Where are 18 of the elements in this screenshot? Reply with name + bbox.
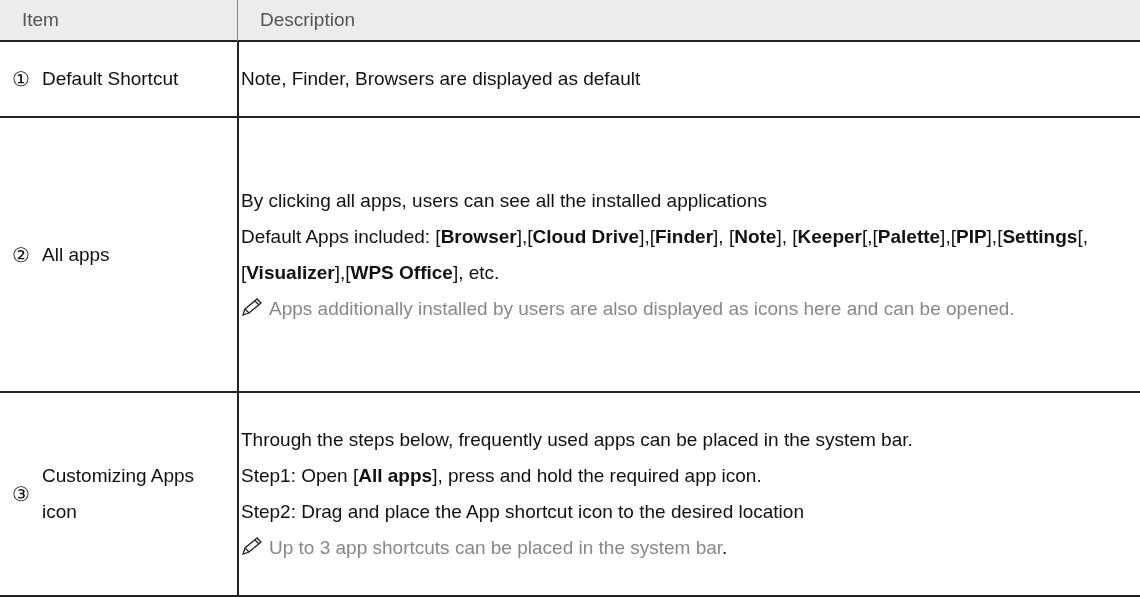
description-text: Step1: Open [All apps], press and hold the required app icon. <box>241 465 762 486</box>
item-label: Customizing Apps icon <box>42 464 196 524</box>
note-text: Up to 3 app shortcuts can be placed in the system bar. <box>269 537 728 558</box>
description-text: By clicking all apps, users can see all the installed applications <box>241 189 767 211</box>
pencil-icon <box>241 296 263 317</box>
description-text: Note, Finder, Browsers are displayed as default <box>241 68 641 89</box>
item-label: All apps <box>42 242 110 267</box>
pencil-icon <box>241 536 263 556</box>
column-header: Item <box>22 9 59 31</box>
description-text: Through the steps below, frequently used apps can be placed in the system bar. <box>241 429 913 450</box>
item-label: Default Shortcut <box>42 67 179 91</box>
item-number: ③ <box>12 482 30 506</box>
column-header: Description <box>260 9 356 31</box>
note-text: Apps additionally installed by users are also displayed as icons here and can be opened. <box>269 297 1015 319</box>
item-number: ① <box>12 67 30 91</box>
description-text: Default Apps included: [Browser],[Cloud Drive],[Finder], [Note], [Keeper[,[Palette],[PIP],[Settings[,[Visualizer],[WPS Office], etc. <box>241 225 1088 283</box>
item-number: ② <box>12 242 30 267</box>
description-text: Step2: Drag and place the App shortcut icon to the desired location <box>241 501 804 522</box>
